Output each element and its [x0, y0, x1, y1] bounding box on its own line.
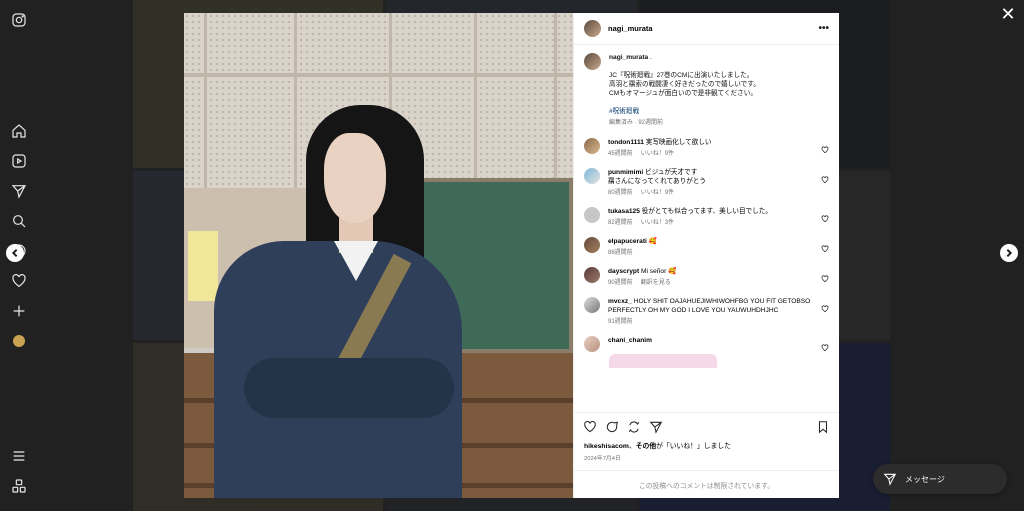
- avatar[interactable]: [584, 297, 600, 313]
- comment-username[interactable]: elpapucerati: [608, 238, 647, 245]
- comment-username[interactable]: mvcxz_: [608, 298, 632, 305]
- comment-image-preview[interactable]: [609, 354, 717, 368]
- avatar[interactable]: [584, 237, 600, 253]
- previous-post-button[interactable]: [6, 244, 24, 262]
- caption-suffix: .: [648, 54, 652, 61]
- comment-text: 🥰: [648, 238, 657, 245]
- comment-text: ビジュが天才です: [645, 169, 698, 176]
- comments-scroll-area[interactable]: nagi_murata . JC『呪術廻戦』27巻のCMに出演いたしました。 高…: [574, 45, 839, 412]
- hashtag-link[interactable]: #呪術廻戦: [609, 107, 760, 116]
- direct-send-icon[interactable]: [11, 183, 27, 199]
- messages-button[interactable]: メッセージ: [873, 464, 1007, 494]
- threads-apps-icon[interactable]: [11, 478, 27, 494]
- comment-item: chani_chanim: [584, 336, 829, 352]
- profile-avatar[interactable]: [11, 333, 27, 349]
- comment-time: 80週間前: [608, 190, 633, 196]
- comment-time: 90週間前: [608, 280, 633, 286]
- chevron-left-icon: [11, 248, 18, 258]
- like-comment-heart-icon[interactable]: [821, 339, 829, 352]
- caption-line: CMもオマージュが面白いので是非観てください。: [609, 90, 757, 97]
- avatar[interactable]: [584, 336, 600, 352]
- comment-time: 82週間前: [608, 220, 633, 226]
- post-header: nagi_murata •••: [574, 13, 839, 45]
- comment-username[interactable]: tondon1111: [608, 139, 644, 146]
- like-comment-heart-icon[interactable]: [821, 240, 829, 253]
- avatar[interactable]: [584, 267, 600, 283]
- caption-username[interactable]: nagi_murata: [609, 54, 648, 61]
- like-comment-heart-icon[interactable]: [821, 210, 829, 223]
- like-comment-heart-icon[interactable]: [821, 270, 829, 283]
- repost-icon[interactable]: [627, 420, 641, 434]
- reels-icon[interactable]: [11, 153, 27, 169]
- post-modal: nagi_murata ••• nagi_murata . JC『呪術廻戦』27…: [184, 13, 839, 498]
- caption-line: 高羽と羂索の戦闘凄く好きだったので嬉しいです。: [609, 81, 760, 88]
- comment-item: tondon1111 実写映画化して欲しい 45週間前 いいね！9件: [584, 138, 829, 159]
- likes-suffix: が「いいね！」しました: [656, 443, 731, 450]
- comment-item: tukasa125 役がとても似合ってます、美しい目でした。 82週間前 いいね！…: [584, 207, 829, 228]
- avatar[interactable]: [584, 138, 600, 154]
- post-username[interactable]: nagi_murata: [608, 24, 818, 33]
- avatar[interactable]: [584, 207, 600, 223]
- post-actions-bar: [574, 412, 839, 440]
- chevron-right-icon: [1006, 248, 1013, 258]
- comment-time: 45週間前: [608, 151, 633, 157]
- messenger-icon: [883, 473, 897, 486]
- comment-username[interactable]: chani_chanim: [608, 337, 652, 344]
- avatar[interactable]: [584, 53, 601, 70]
- avatar[interactable]: [584, 168, 600, 184]
- likes-user[interactable]: hikeshisacom: [584, 443, 629, 450]
- post-image[interactable]: [184, 13, 573, 498]
- like-comment-heart-icon[interactable]: [821, 300, 829, 313]
- likes-separator: 、: [628, 443, 636, 450]
- save-bookmark-icon[interactable]: [816, 420, 830, 434]
- like-heart-icon[interactable]: [583, 420, 597, 434]
- comment-item: mvcxz_ HOLY SHIT OAJAHUEJIWHIWOHFBG YOU …: [584, 297, 829, 327]
- comment-likes[interactable]: いいね！9件: [641, 151, 674, 157]
- comment-likes[interactable]: いいね！9件: [641, 190, 674, 196]
- like-comment-heart-icon[interactable]: [821, 141, 829, 154]
- create-plus-icon[interactable]: [11, 303, 27, 319]
- comment-text: HOLY SHIT OAJAHUEJIWHIWOHFBG YOU FIT GET…: [608, 298, 811, 314]
- search-icon[interactable]: [11, 213, 27, 229]
- comment-item: dayscrypt Mi señor 🥰 90週間前 翻訳を見る: [584, 267, 829, 288]
- more-options-icon[interactable]: •••: [818, 23, 829, 34]
- notifications-heart-icon[interactable]: [11, 273, 27, 289]
- comment-bubble-icon[interactable]: [605, 420, 619, 434]
- comment-text: 羂さんになってくれてありがとう: [608, 178, 706, 185]
- comment-username[interactable]: punmimimi: [608, 169, 643, 176]
- share-send-icon[interactable]: [649, 420, 663, 434]
- next-post-button[interactable]: [1000, 244, 1018, 262]
- caption-meta: 編集済み · 92週間前: [609, 120, 664, 126]
- messages-label: メッセージ: [905, 474, 945, 484]
- comment-likes[interactable]: いいね！3件: [641, 220, 674, 226]
- menu-icon[interactable]: [11, 448, 27, 464]
- avatar[interactable]: [584, 20, 601, 37]
- comment-text: 実写映画化して欲しい: [645, 139, 712, 146]
- comments-restricted-notice: この投稿へのコメントは制限されています。: [574, 470, 839, 498]
- post-caption: nagi_murata . JC『呪術廻戦』27巻のCMに出演いたしました。 高…: [584, 53, 829, 128]
- comment-time: 88週間前: [608, 250, 633, 256]
- close-icon[interactable]: ✕: [1000, 5, 1016, 23]
- comment-text: 役がとても似合ってます、美しい目でした。: [641, 208, 772, 215]
- like-comment-heart-icon[interactable]: [821, 171, 829, 184]
- post-side-panel: nagi_murata ••• nagi_murata . JC『呪術廻戦』27…: [573, 13, 839, 498]
- comment-username[interactable]: dayscrypt: [608, 268, 639, 275]
- caption-line: JC『呪術廻戦』27巻のCMに出演いたしました。: [609, 72, 754, 79]
- likes-summary[interactable]: hikeshisacom、その他が「いいね！」しました: [574, 440, 839, 450]
- instagram-logo-icon[interactable]: [11, 12, 27, 28]
- comment-username[interactable]: tukasa125: [608, 208, 640, 215]
- comment-text: Mi señor 🥰: [641, 268, 677, 275]
- post-date: 2024年7月4日: [584, 456, 621, 462]
- comment-item: punmimimi ビジュが天才です 羂さんになってくれてありがとう 80週間前…: [584, 168, 829, 198]
- comment-item: elpapucerati 🥰 88週間前: [584, 237, 829, 258]
- comment-time: 91週間前: [608, 319, 633, 325]
- home-icon[interactable]: [11, 123, 27, 139]
- likes-others[interactable]: その他: [636, 443, 656, 450]
- see-translation-link[interactable]: 翻訳を見る: [641, 280, 671, 286]
